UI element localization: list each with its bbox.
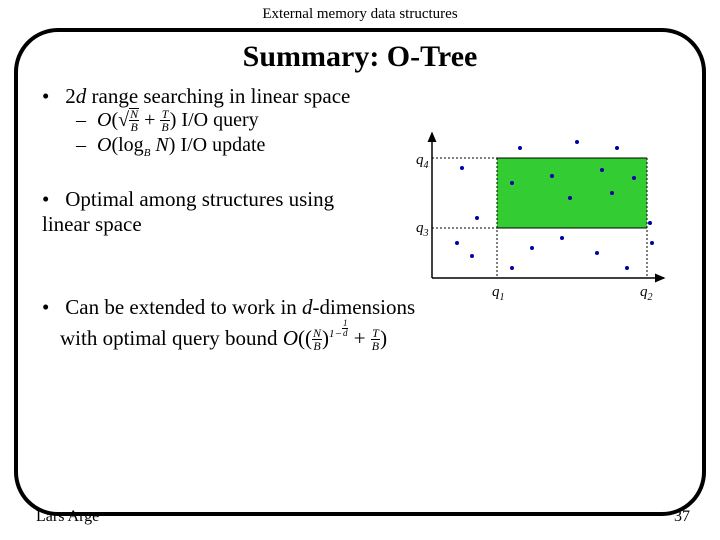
m-sqrt: √ — [118, 109, 129, 131]
m-rp2: ) — [169, 134, 176, 156]
m-lp4: ( — [305, 326, 312, 350]
bullet-1: • 2d range searching in linear space — [42, 84, 678, 109]
query-rect — [497, 158, 647, 228]
dash-icon: – — [76, 134, 92, 157]
label-q4: q4 — [416, 152, 429, 171]
bullet-dot: • — [42, 295, 60, 320]
slide-header: External memory data structures — [0, 0, 720, 23]
bullet-dot: • — [42, 84, 60, 109]
slide-title: Summary: O-Tree — [42, 40, 678, 74]
m-plus1: + — [139, 109, 160, 131]
tb-den: B — [160, 121, 169, 133]
nb2-num: N — [312, 327, 322, 340]
content-frame: Summary: O-Tree • 2d range searching in … — [14, 28, 706, 516]
m-O2: O — [97, 134, 111, 156]
label-q1: q1 — [492, 284, 505, 303]
dash-icon: – — [76, 109, 92, 132]
m-rp3: ) — [322, 326, 329, 350]
b1-d: d — [76, 84, 87, 108]
s1-suffix: I/O query — [181, 109, 258, 131]
figure-svg: q4 q3 q1 q2 — [402, 128, 672, 308]
frac-TB: TB — [160, 108, 169, 133]
nb-den: B — [129, 121, 139, 133]
b1-two: 2 — [65, 84, 76, 108]
tb2-den: B — [371, 340, 380, 352]
b1-text: 2d range searching in linear space — [65, 84, 350, 108]
slide: External memory data structures Summary:… — [0, 0, 720, 540]
range-query-figure: q4 q3 q1 q2 — [402, 128, 672, 308]
b3-l1a: Can be extended to work in — [65, 295, 302, 319]
b3-text: Can be extended to work in d-dimensions — [65, 295, 415, 319]
tb2-num: T — [371, 327, 380, 340]
s2-suffix: I/O update — [180, 134, 265, 156]
formula-ddim: O((NB)1−1d + TB) — [283, 326, 387, 350]
label-q2: q2 — [640, 284, 653, 303]
frac-NB2: NB — [312, 327, 322, 352]
bullet-dot: • — [42, 187, 60, 212]
m-rp: ) — [170, 109, 177, 131]
m-logarg: N — [150, 134, 168, 156]
footer-page: 37 — [674, 508, 690, 526]
m-O3: O — [283, 326, 298, 350]
frac-TB2: TB — [371, 327, 380, 352]
b3-l1b: -dimensions — [313, 295, 416, 319]
formula-update: O(logB N) — [97, 134, 180, 156]
frac-1d: 1d — [342, 319, 349, 338]
b3-l2: with optimal query bound — [60, 326, 278, 350]
b1-rest: range searching in linear space — [86, 84, 350, 108]
bullet-2: • Optimal among structures using linear … — [42, 187, 362, 237]
formula-query: O(√NB + TB) — [97, 109, 181, 131]
m-log: log — [118, 134, 144, 156]
m-plus2: + — [348, 326, 370, 350]
b3-d: d — [302, 295, 313, 319]
nb2-den: B — [312, 340, 322, 352]
m-O: O — [97, 109, 111, 131]
m-lp3: ( — [298, 326, 305, 350]
footer-author: Lars Arge — [36, 508, 99, 526]
exp-pref: 1− — [329, 328, 342, 340]
label-q3: q3 — [416, 220, 429, 239]
m-rp4: ) — [380, 326, 387, 350]
b3-line2-wrap: with optimal query bound O((NB)1−1d + TB… — [60, 320, 678, 353]
b2-text: Optimal among structures using linear sp… — [42, 187, 334, 236]
fd-den: d — [342, 329, 349, 338]
frac-NB: NB — [129, 108, 139, 133]
